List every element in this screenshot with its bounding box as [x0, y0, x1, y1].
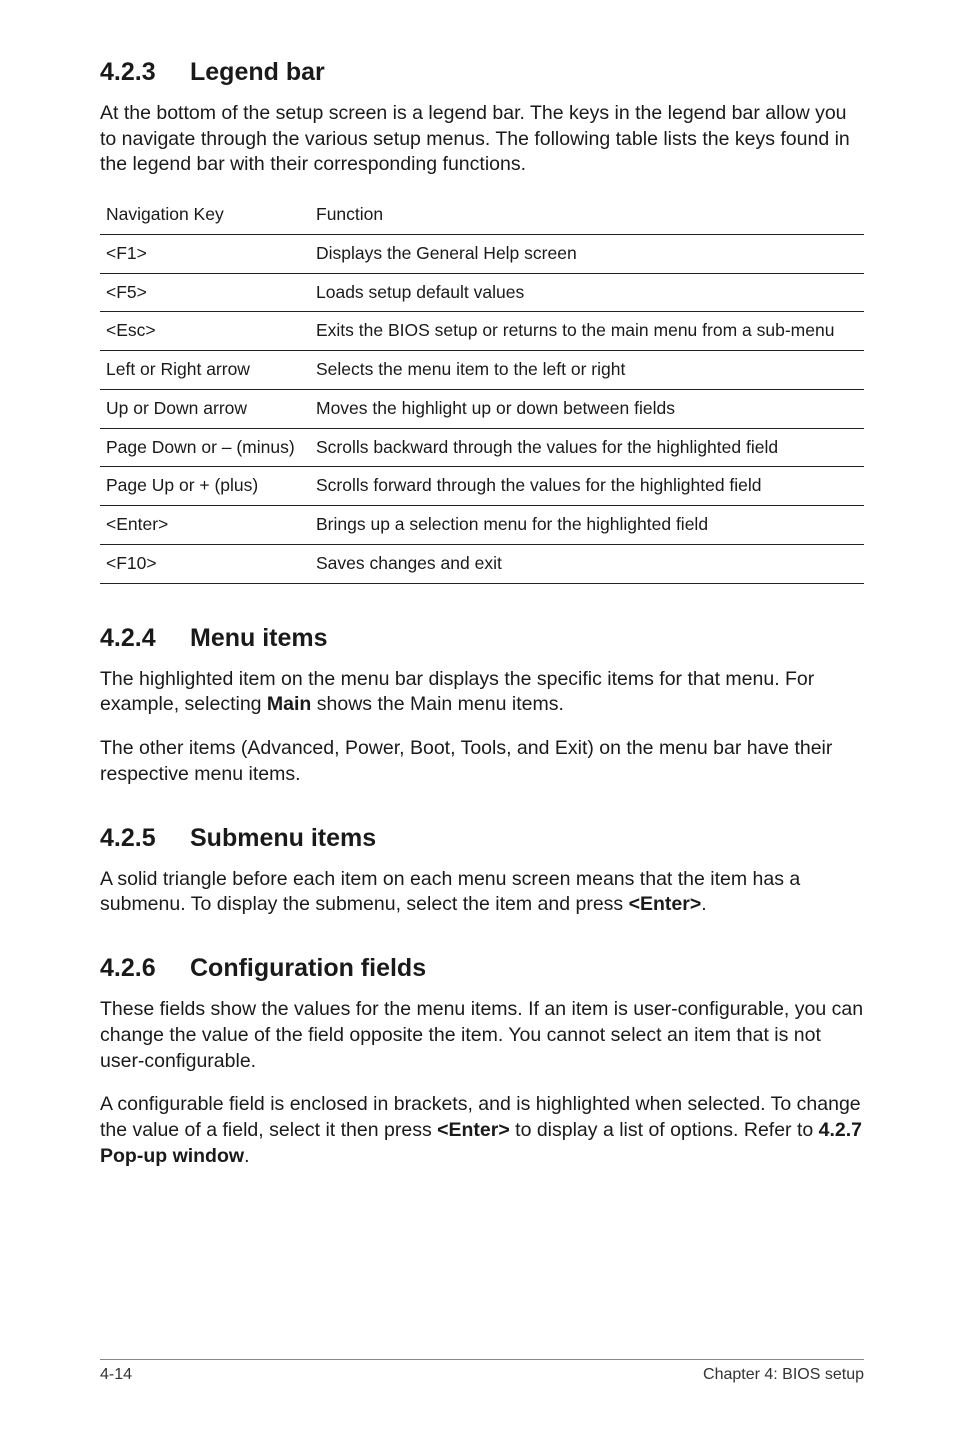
- cell-fn: Selects the menu item to the left or rig…: [310, 351, 864, 390]
- cell-key: <Esc>: [100, 312, 310, 351]
- cell-fn: Loads setup default values: [310, 273, 864, 312]
- cell-fn: Scrolls forward through the values for t…: [310, 467, 864, 506]
- col-header-key: Navigation Key: [100, 196, 310, 234]
- cell-fn: Scrolls backward through the values for …: [310, 428, 864, 467]
- bold-enter: <Enter>: [437, 1119, 510, 1141]
- cell-key: Up or Down arrow: [100, 389, 310, 428]
- table-row: Left or Right arrowSelects the menu item…: [100, 351, 864, 390]
- cell-fn: Exits the BIOS setup or returns to the m…: [310, 312, 864, 351]
- heading-title: Configuration fields: [190, 954, 426, 983]
- heading-number: 4.2.3: [100, 58, 190, 87]
- heading-title: Submenu items: [190, 824, 376, 853]
- table-row: Page Up or + (plus)Scrolls forward throu…: [100, 467, 864, 506]
- menu-items-p2: The other items (Advanced, Power, Boot, …: [100, 736, 864, 787]
- section-legend-bar: 4.2.3 Legend bar At the bottom of the se…: [100, 58, 864, 584]
- heading-4-2-5: 4.2.5 Submenu items: [100, 824, 864, 853]
- legend-bar-intro: At the bottom of the setup screen is a l…: [100, 101, 864, 178]
- cell-fn: Displays the General Help screen: [310, 234, 864, 273]
- heading-4-2-4: 4.2.4 Menu items: [100, 624, 864, 653]
- heading-title: Legend bar: [190, 58, 325, 87]
- col-header-function: Function: [310, 196, 864, 234]
- config-p2: A configurable field is enclosed in brac…: [100, 1092, 864, 1169]
- cell-key: <Enter>: [100, 506, 310, 545]
- table-row: Page Down or – (minus)Scrolls backward t…: [100, 428, 864, 467]
- submenu-p1: A solid triangle before each item on eac…: [100, 867, 864, 918]
- table-row: <Esc>Exits the BIOS setup or returns to …: [100, 312, 864, 351]
- table-row: <F10>Saves changes and exit: [100, 544, 864, 583]
- legend-bar-table: Navigation Key Function <F1>Displays the…: [100, 196, 864, 584]
- cell-key: Left or Right arrow: [100, 351, 310, 390]
- heading-4-2-3: 4.2.3 Legend bar: [100, 58, 864, 87]
- bold-main: Main: [267, 693, 311, 715]
- page-number: 4-14: [100, 1366, 132, 1384]
- menu-items-p1: The highlighted item on the menu bar dis…: [100, 667, 864, 718]
- table-header-row: Navigation Key Function: [100, 196, 864, 234]
- table-row: <Enter>Brings up a selection menu for th…: [100, 506, 864, 545]
- heading-number: 4.2.6: [100, 954, 190, 983]
- cell-key: Page Up or + (plus): [100, 467, 310, 506]
- cell-fn: Moves the highlight up or down between f…: [310, 389, 864, 428]
- cell-key: <F10>: [100, 544, 310, 583]
- chapter-label: Chapter 4: BIOS setup: [703, 1366, 864, 1384]
- page-footer: 4-14 Chapter 4: BIOS setup: [100, 1359, 864, 1384]
- heading-number: 4.2.5: [100, 824, 190, 853]
- config-p1: These fields show the values for the men…: [100, 997, 864, 1074]
- section-config-fields: 4.2.6 Configuration fields These fields …: [100, 954, 864, 1169]
- heading-4-2-6: 4.2.6 Configuration fields: [100, 954, 864, 983]
- heading-title: Menu items: [190, 624, 328, 653]
- table-row: <F1>Displays the General Help screen: [100, 234, 864, 273]
- bold-enter: <Enter>: [629, 893, 702, 915]
- cell-key: Page Down or – (minus): [100, 428, 310, 467]
- cell-fn: Saves changes and exit: [310, 544, 864, 583]
- heading-number: 4.2.4: [100, 624, 190, 653]
- table-row: <F5>Loads setup default values: [100, 273, 864, 312]
- cell-key: <F5>: [100, 273, 310, 312]
- cell-fn: Brings up a selection menu for the highl…: [310, 506, 864, 545]
- section-submenu-items: 4.2.5 Submenu items A solid triangle bef…: [100, 824, 864, 918]
- cell-key: <F1>: [100, 234, 310, 273]
- table-row: Up or Down arrowMoves the highlight up o…: [100, 389, 864, 428]
- section-menu-items: 4.2.4 Menu items The highlighted item on…: [100, 624, 864, 788]
